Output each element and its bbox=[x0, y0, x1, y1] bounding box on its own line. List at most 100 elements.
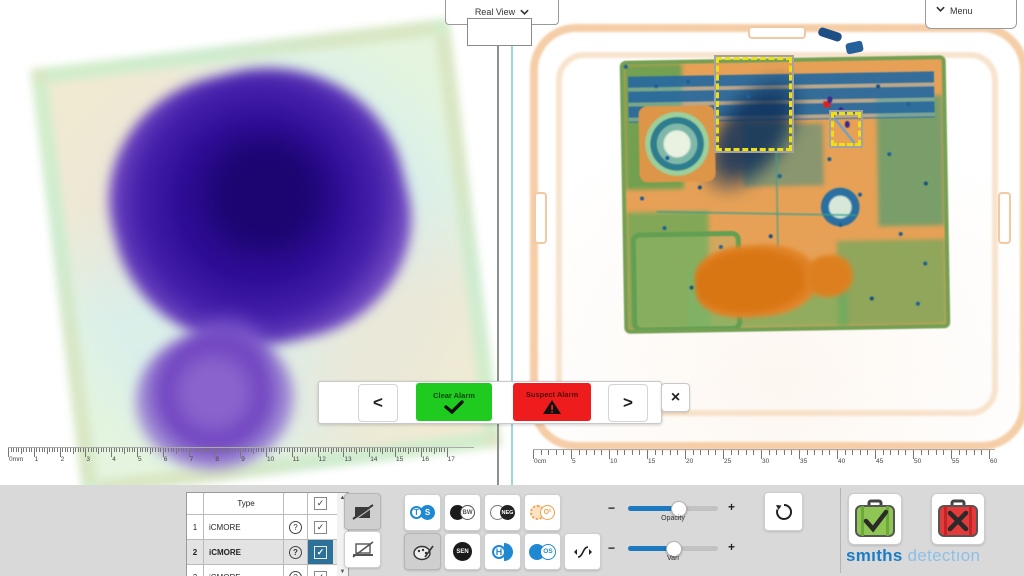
vari-slider[interactable] bbox=[628, 546, 718, 551]
clear-alarm-button[interactable]: Clear Alarm bbox=[416, 383, 492, 421]
laptop-crossed-icon bbox=[351, 541, 375, 559]
reject-bag-button[interactable] bbox=[931, 493, 985, 545]
ruler-label: 1 bbox=[35, 456, 39, 463]
chevron-left-icon: < bbox=[373, 393, 383, 413]
reset-view-button[interactable] bbox=[764, 492, 803, 531]
o2-filter-button[interactable]: O² bbox=[524, 494, 561, 531]
neg-filter-button[interactable]: NEG bbox=[484, 494, 521, 531]
close-icon: × bbox=[671, 389, 680, 407]
view-mode-label: Real View bbox=[475, 7, 515, 17]
help-icon[interactable]: ? bbox=[289, 571, 302, 576]
suspect-alarm-label: Suspect Alarm bbox=[526, 390, 578, 399]
ruler-label: 40 bbox=[838, 458, 845, 465]
opacity-slider[interactable] bbox=[628, 506, 718, 511]
detection-row[interactable]: 1iCMORE?✓ bbox=[187, 515, 337, 540]
detections-table-body: 1iCMORE?✓2iCMORE?✓3iCMORE?✓ bbox=[187, 515, 337, 576]
help-icon[interactable]: ? bbox=[289, 521, 302, 534]
opacity-minus-button[interactable]: − bbox=[608, 501, 615, 515]
previous-item-button[interactable]: < bbox=[358, 384, 398, 422]
bw-filter-button[interactable]: BW bbox=[444, 494, 481, 531]
chevron-down-icon bbox=[936, 6, 945, 12]
ruler-label: 20 bbox=[686, 458, 693, 465]
ruler-label: 6 bbox=[164, 456, 168, 463]
logo-brand: smıths bbox=[846, 546, 903, 565]
help-icon-cell: ? bbox=[284, 540, 308, 564]
detections-table[interactable]: Type ✓ 1iCMORE?✓2iCMORE?✓3iCMORE?✓ bbox=[186, 492, 338, 576]
ruler-label: 9 bbox=[241, 456, 245, 463]
image-crossed-icon bbox=[352, 503, 374, 521]
right-ruler: 0cm51015202530354045505560 bbox=[533, 449, 995, 468]
opacity-plus-button[interactable]: + bbox=[728, 500, 735, 514]
accept-bag-button[interactable] bbox=[848, 493, 902, 545]
neg-label-icon: NEG bbox=[500, 505, 515, 520]
os-filter-button[interactable]: OS bbox=[524, 533, 561, 570]
chevron-right-icon: > bbox=[623, 393, 633, 413]
row-checkbox-cell[interactable]: ✓ bbox=[308, 515, 333, 539]
detection-box-small[interactable] bbox=[831, 112, 861, 146]
organic-mass-core bbox=[190, 130, 340, 260]
vari-plus-button[interactable]: + bbox=[728, 540, 735, 554]
ts-t-icon: T bbox=[410, 506, 423, 519]
close-alarm-bar-button[interactable]: × bbox=[661, 383, 690, 412]
detection-row[interactable]: 2iCMORE?✓ bbox=[187, 540, 337, 565]
row-checkbox[interactable]: ✓ bbox=[314, 571, 327, 576]
hi-filter-button[interactable]: H bbox=[484, 533, 521, 570]
ts-filter-button[interactable]: T S bbox=[404, 494, 441, 531]
ruler-label: 25 bbox=[724, 458, 731, 465]
bottom-toolbar: Type ✓ 1iCMORE?✓2iCMORE?✓3iCMORE?✓ ▲ ▼ bbox=[0, 485, 1024, 576]
os-label-icon: OS bbox=[540, 544, 556, 560]
o2-label-icon: O² bbox=[540, 505, 555, 520]
tray-slot-top bbox=[748, 26, 806, 39]
ruler-label: 35 bbox=[800, 458, 807, 465]
ruler-label: 11 bbox=[293, 456, 300, 463]
detection-type: iCMORE bbox=[204, 540, 284, 564]
toolbar-divider bbox=[840, 488, 841, 573]
left-ruler: 0mm1234567891011121314151617 bbox=[8, 447, 474, 466]
detection-row[interactable]: 3iCMORE?✓ bbox=[187, 565, 337, 576]
row-checkbox-cell[interactable]: ✓ bbox=[308, 565, 333, 576]
ruler-label: 13 bbox=[344, 456, 351, 463]
ruler-label: 15 bbox=[648, 458, 655, 465]
ruler-label: 0cm bbox=[534, 458, 546, 465]
menu-dropdown[interactable]: Menu bbox=[925, 0, 1017, 29]
palette-icon bbox=[412, 543, 434, 561]
menu-label: Menu bbox=[950, 6, 973, 16]
row-checkbox-cell[interactable]: ✓ bbox=[308, 540, 333, 564]
suspect-alarm-button[interactable]: Suspect Alarm bbox=[513, 383, 591, 421]
dropdown-panel bbox=[467, 18, 532, 46]
dense-dot bbox=[827, 96, 832, 103]
ruler-label: 7 bbox=[190, 456, 194, 463]
vari-minus-button[interactable]: − bbox=[608, 541, 615, 555]
ruler-label: 4 bbox=[112, 456, 116, 463]
palette-filter-button[interactable] bbox=[404, 533, 441, 570]
ruler-label: 8 bbox=[215, 456, 219, 463]
ruler-label: 50 bbox=[914, 458, 921, 465]
row-checkbox[interactable]: ✓ bbox=[314, 521, 327, 534]
detection-box-large[interactable] bbox=[716, 57, 792, 151]
hide-laptop-toggle[interactable] bbox=[344, 531, 381, 568]
sen-icon: SEN bbox=[453, 542, 472, 561]
next-item-button[interactable]: > bbox=[608, 384, 648, 422]
ruler-label: 16 bbox=[422, 456, 429, 463]
table-header-row: Type ✓ bbox=[187, 493, 337, 515]
tray-slot-left bbox=[534, 192, 547, 244]
ruler-label: 10 bbox=[610, 458, 617, 465]
sen-filter-button[interactable]: SEN bbox=[444, 533, 481, 570]
hide-image-toggle[interactable] bbox=[344, 493, 381, 530]
row-checkbox[interactable]: ✓ bbox=[314, 546, 327, 559]
ruler-label: 10 bbox=[267, 456, 274, 463]
select-all-checkbox[interactable]: ✓ bbox=[308, 493, 333, 514]
ruler-label: 3 bbox=[86, 456, 90, 463]
opacity-slider-label: Opacity bbox=[628, 515, 718, 522]
curve-filter-button[interactable] bbox=[564, 533, 601, 570]
ruler-label: 2 bbox=[61, 456, 65, 463]
clear-alarm-label: Clear Alarm bbox=[433, 391, 475, 400]
ruler-label: 55 bbox=[952, 458, 959, 465]
help-icon[interactable]: ? bbox=[289, 546, 302, 559]
cooling-fan-right bbox=[818, 185, 863, 230]
logo-suffix: detectıon bbox=[908, 546, 981, 565]
cooling-fan-left bbox=[638, 105, 715, 182]
scroll-down-icon[interactable]: ▼ bbox=[337, 569, 348, 575]
ruler-label: 14 bbox=[370, 456, 377, 463]
xray-screening-app: 0mm1234567891011121314151617 bbox=[0, 0, 1024, 576]
